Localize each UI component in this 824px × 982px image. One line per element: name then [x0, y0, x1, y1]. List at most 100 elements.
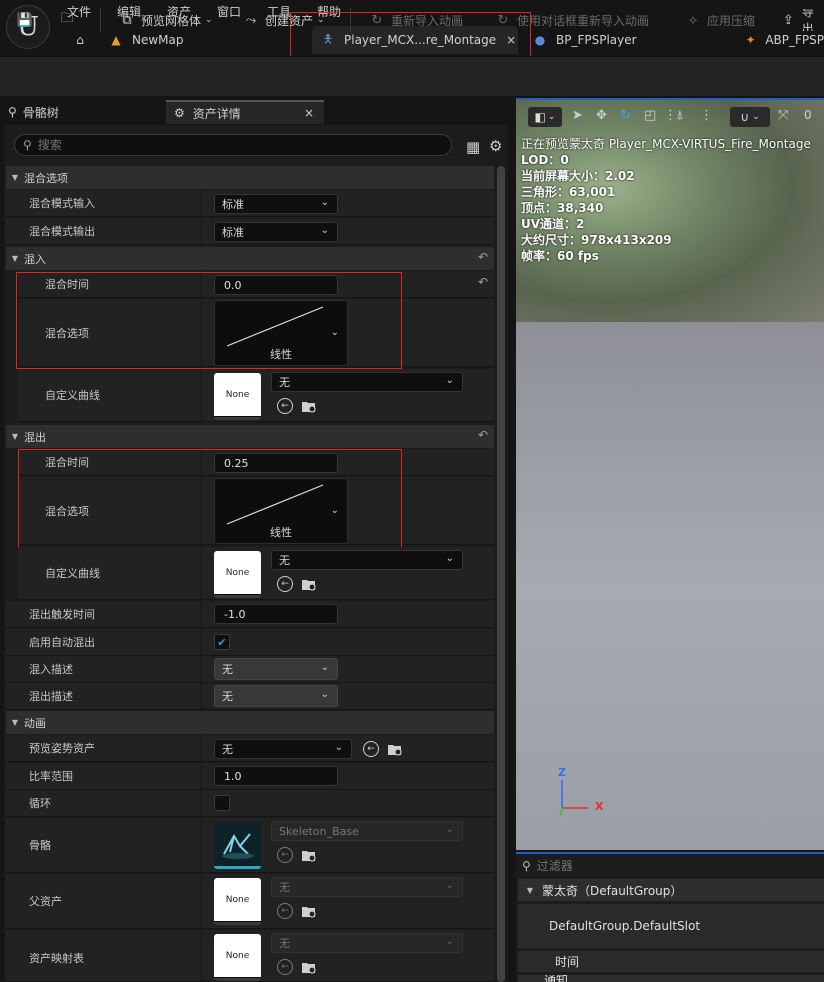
- viewport-options-button[interactable]: ◧ ⌄: [528, 107, 562, 127]
- use-selected-icon[interactable]: ←: [363, 741, 379, 757]
- slot-track[interactable]: DefaultGroup.DefaultSlot: [518, 904, 824, 948]
- speed-value[interactable]: 0: [804, 108, 812, 122]
- category-blend-options[interactable]: ▼ 混合选项: [6, 166, 494, 189]
- table-view-icon[interactable]: ▦: [466, 138, 480, 156]
- more-options-icon[interactable]: ⋮: [700, 108, 713, 123]
- reset-icon[interactable]: ↶: [478, 428, 488, 442]
- search-box[interactable]: ⚲: [14, 134, 452, 156]
- parent-asset-dropdown[interactable]: 无 ⌄: [271, 877, 463, 897]
- blend-out-description-dropdown[interactable]: 无 ⌄: [214, 685, 338, 707]
- curve-thumbnail[interactable]: None: [214, 373, 261, 420]
- chevron-down-icon: ⌄: [334, 742, 343, 753]
- toolbar-divider: [350, 8, 351, 32]
- loop-checkbox[interactable]: [214, 795, 230, 811]
- category-animation[interactable]: ▼ 动画: [6, 711, 494, 734]
- category-blend-out[interactable]: ▼ 混出 ↶: [6, 425, 494, 448]
- blend-mode-in-dropdown[interactable]: 标准 ⌄: [214, 194, 338, 214]
- auto-blend-out-checkbox[interactable]: ✔: [214, 634, 230, 650]
- thumbnail-label: None: [214, 878, 261, 921]
- browse-folder-icon[interactable]: [301, 847, 317, 863]
- time-track[interactable]: 时间: [518, 951, 824, 972]
- settings-gear-icon[interactable]: ⚙: [489, 137, 502, 155]
- chevron-down-icon: ⌄: [330, 327, 339, 338]
- menu-window[interactable]: 窗口: [217, 3, 241, 20]
- dropdown-value: 无: [279, 554, 290, 567]
- tab-skeleton-tree[interactable]: ⚲ 骨骼树: [8, 100, 158, 124]
- group-label: 蒙太奇（DefaultGroup）: [542, 883, 683, 898]
- uv-channels-label: UV通道：2: [521, 217, 585, 231]
- blend-out-option-selector[interactable]: ⌄ 线性: [214, 478, 348, 544]
- rotate-tool-icon[interactable]: ↻: [620, 108, 631, 123]
- dropdown-value: 标准: [222, 198, 244, 211]
- reimport-label: 重新导入动画: [391, 13, 464, 28]
- browse-folder-icon[interactable]: [301, 398, 317, 414]
- tab-asset-details[interactable]: ⚙ 资产详情 ×: [166, 100, 324, 124]
- blend-out-time-input[interactable]: 0.25: [214, 453, 338, 473]
- blend-in-custom-curve-dropdown[interactable]: 无 ⌄: [271, 372, 463, 392]
- skeleton-tree-icon: ⚲: [8, 105, 17, 119]
- property-row: 混合模式输入 标准 ⌄: [6, 190, 494, 217]
- save-button[interactable]: 💾: [16, 9, 39, 31]
- blend-out-custom-curve-dropdown[interactable]: 无 ⌄: [271, 550, 463, 570]
- property-label: 启用自动混出: [29, 636, 95, 649]
- reimport-dialog-button[interactable]: ↻ 使用对话框重新导入动画: [494, 9, 649, 31]
- asset-map-thumbnail[interactable]: None: [214, 934, 261, 981]
- blend-in-option-selector[interactable]: ⌄ 线性: [214, 300, 348, 366]
- preview-viewport[interactable]: ◧ ⌄ ➤ ✥ ↻ ◰ ⋮ ⍋ ⋮ ∪ ⌄ ⤧ 0 正在预览蒙太奇 Player_M…: [516, 98, 824, 850]
- browse-folder-icon[interactable]: [387, 741, 403, 757]
- close-icon[interactable]: ×: [304, 106, 314, 120]
- browse-folder-icon[interactable]: [301, 959, 317, 975]
- blend-in-description-dropdown[interactable]: 无 ⌄: [214, 658, 338, 680]
- rate-scale-input[interactable]: 1.0: [214, 766, 338, 786]
- use-selected-icon[interactable]: ←: [277, 576, 293, 592]
- apply-compression-label: 应用压缩: [707, 13, 756, 28]
- dropdown-value: 无: [222, 743, 233, 756]
- export-button[interactable]: ⇪ 导出: [780, 9, 824, 31]
- property-label: 循环: [29, 797, 51, 810]
- use-selected-icon[interactable]: ←: [277, 847, 293, 863]
- search-input[interactable]: [37, 138, 418, 152]
- asset-map-dropdown[interactable]: 无 ⌄: [271, 933, 463, 953]
- filter-box[interactable]: ⚲: [518, 856, 824, 876]
- property-label: 混合模式输出: [29, 225, 95, 238]
- montage-group-header[interactable]: ▼ 蒙太奇（DefaultGroup）: [518, 879, 824, 901]
- apply-compression-button[interactable]: ⟡ 应用压缩: [684, 9, 755, 31]
- blend-out-trigger-time-input[interactable]: -1.0: [214, 604, 338, 624]
- browse-button[interactable]: 🗀: [58, 9, 81, 31]
- surface-snap-icon[interactable]: ⍋: [676, 108, 684, 123]
- use-selected-icon[interactable]: ←: [277, 959, 293, 975]
- reimport-icon: ↻: [371, 12, 383, 28]
- scale-tool-icon[interactable]: ◰: [644, 108, 656, 123]
- vertices-label: 顶点：38,340: [521, 201, 604, 215]
- reset-icon[interactable]: ↶: [478, 250, 488, 264]
- lod-value: 0: [560, 153, 569, 167]
- preview-pose-dropdown[interactable]: 无 ⌄: [214, 739, 352, 759]
- speed-icon[interactable]: ⤧: [778, 108, 788, 123]
- blend-mode-out-dropdown[interactable]: 标准 ⌄: [214, 222, 338, 242]
- property-row: 自定义曲线 None 无 ⌄ ←: [18, 547, 494, 600]
- reset-icon[interactable]: ↶: [478, 275, 488, 289]
- blend-in-time-input[interactable]: 0.0: [214, 275, 338, 295]
- filter-input[interactable]: [536, 859, 687, 873]
- skeleton-dropdown[interactable]: Skeleton_Base ⌄: [271, 821, 463, 841]
- create-asset-button[interactable]: ⤳ 创建资产 ⌄: [242, 9, 325, 31]
- use-selected-icon[interactable]: ←: [277, 903, 293, 919]
- browse-folder-icon[interactable]: [301, 903, 317, 919]
- close-icon[interactable]: ×: [506, 33, 516, 47]
- move-tool-icon[interactable]: ✥: [596, 108, 607, 123]
- notifies-track[interactable]: 通知: [518, 975, 824, 982]
- snap-toggle-button[interactable]: ∪ ⌄: [730, 107, 770, 127]
- select-tool-icon[interactable]: ➤: [572, 108, 583, 123]
- parent-asset-thumbnail[interactable]: None: [214, 878, 261, 925]
- skeleton-thumbnail[interactable]: [214, 822, 261, 869]
- reimport-button[interactable]: ↻ 重新导入动画: [368, 9, 463, 31]
- browse-folder-icon[interactable]: [301, 576, 317, 592]
- compression-icon: ⟡: [688, 12, 698, 28]
- preview-mesh-button[interactable]: ⧉ 预览网格体 ⌄: [118, 9, 212, 31]
- category-blend-in[interactable]: ▼ 混入 ↶: [6, 247, 494, 270]
- thumbnail-label: None: [214, 373, 261, 416]
- curve-thumbnail[interactable]: None: [214, 551, 261, 598]
- scrollbar-thumb[interactable]: [497, 166, 505, 982]
- use-selected-icon[interactable]: ←: [277, 398, 293, 414]
- skeleton-icon: [214, 822, 261, 865]
